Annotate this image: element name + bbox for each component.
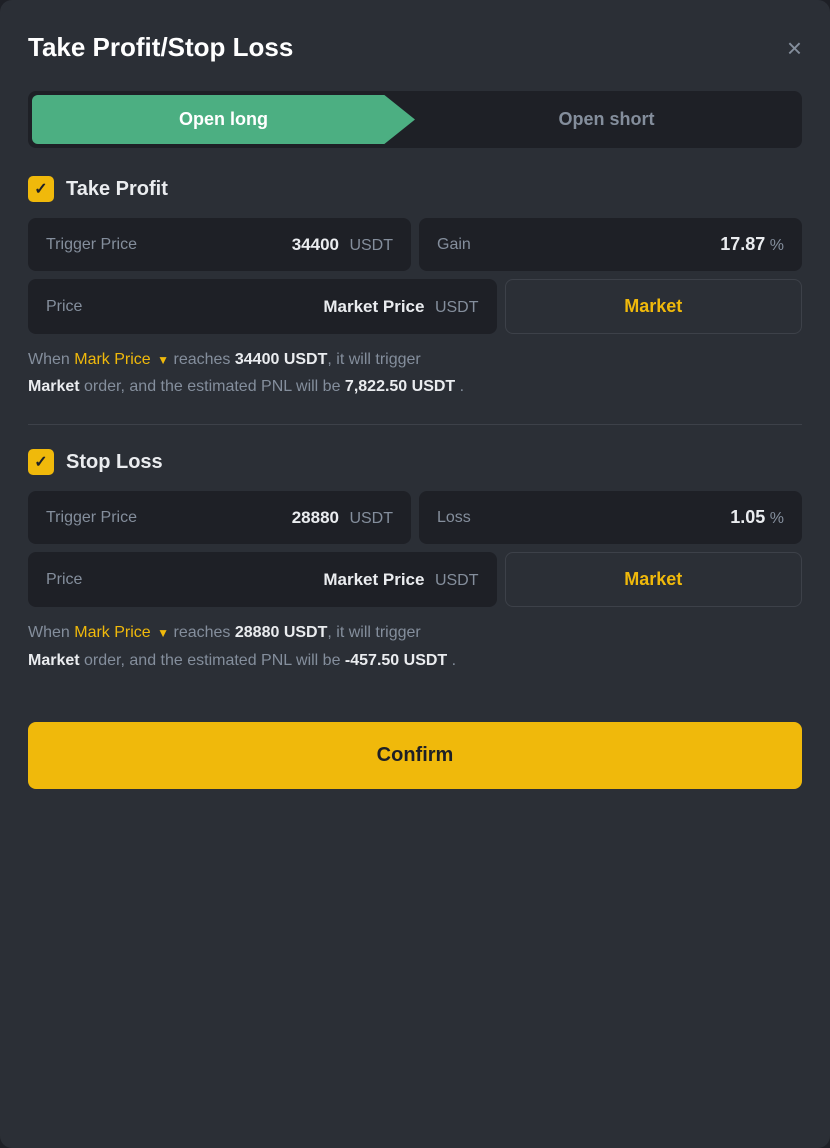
trigger-price-value: 34400: [292, 235, 339, 254]
price-value-group-tp: Market Price USDT: [323, 297, 478, 317]
stop-loss-checkmark-icon: ✓: [34, 452, 47, 472]
loss-value-group: 1.05 %: [730, 507, 784, 528]
desc-reaches-tp: reaches 34400 USDT, it will trigger: [174, 351, 421, 368]
mark-price-text-sl: Mark Price: [74, 624, 150, 641]
trigger-price-value-group: 34400 USDT: [292, 235, 393, 255]
mark-price-link-tp[interactable]: Mark Price ▼: [74, 351, 173, 368]
trigger-price-unit: USDT: [349, 237, 393, 254]
mark-price-arrow-sl: ▼: [157, 626, 169, 640]
stop-loss-label: Stop Loss: [66, 451, 163, 474]
price-value-tp: Market Price: [323, 297, 424, 316]
gain-value-group: 17.87 %: [720, 234, 784, 255]
desc-reaches-sl: reaches 28880 USDT, it will trigger: [174, 624, 421, 641]
trigger-price-label: Trigger Price: [46, 236, 137, 254]
price-label-sl: Price: [46, 571, 82, 589]
sl-trigger-price-unit: USDT: [349, 510, 393, 527]
take-profit-price-box[interactable]: Price Market Price USDT: [28, 279, 497, 334]
stop-loss-description: When Mark Price ▼ reaches 28880 USDT, it…: [28, 619, 802, 673]
gain-box[interactable]: Gain 17.87 %: [419, 218, 802, 271]
gain-value: 17.87: [720, 234, 765, 254]
checkmark-icon: ✓: [34, 179, 47, 199]
take-profit-label: Take Profit: [66, 178, 168, 201]
sl-trigger-price-value-group: 28880 USDT: [292, 508, 393, 528]
close-button[interactable]: ×: [787, 35, 802, 61]
desc-when-sl: When: [28, 624, 70, 641]
modal-container: Take Profit/Stop Loss × Open long Open s…: [0, 0, 830, 1148]
mark-price-arrow-tp: ▼: [157, 353, 169, 367]
stop-loss-row-2: Price Market Price USDT Market: [28, 552, 802, 607]
stop-loss-price-box[interactable]: Price Market Price USDT: [28, 552, 497, 607]
take-profit-checkbox[interactable]: ✓: [28, 176, 54, 202]
stop-loss-header: ✓ Stop Loss: [28, 449, 802, 475]
price-value-sl: Market Price: [323, 570, 424, 589]
stop-loss-row-1: Trigger Price 28880 USDT Loss 1.05 %: [28, 491, 802, 544]
desc-pnl-sl: -457.50 USDT: [345, 652, 447, 669]
stop-loss-checkbox[interactable]: ✓: [28, 449, 54, 475]
take-profit-section: ✓ Take Profit Trigger Price 34400 USDT G…: [28, 176, 802, 400]
tab-open-long[interactable]: Open long: [32, 95, 415, 144]
desc-order-tp: Market: [28, 378, 80, 395]
modal-header: Take Profit/Stop Loss ×: [28, 32, 802, 63]
loss-unit: %: [770, 510, 784, 527]
desc-order-suffix-tp: order, and the estimated PNL will be: [84, 378, 345, 395]
take-profit-row-1: Trigger Price 34400 USDT Gain 17.87 %: [28, 218, 802, 271]
take-profit-row-2: Price Market Price USDT Market: [28, 279, 802, 334]
price-unit-sl: USDT: [435, 572, 479, 589]
stop-loss-section: ✓ Stop Loss Trigger Price 28880 USDT Los…: [28, 449, 802, 673]
stop-loss-market-button[interactable]: Market: [505, 552, 803, 607]
loss-box[interactable]: Loss 1.05 %: [419, 491, 802, 544]
price-unit-tp: USDT: [435, 299, 479, 316]
tab-bar: Open long Open short: [28, 91, 802, 148]
desc-when-tp: When: [28, 351, 70, 368]
take-profit-market-button[interactable]: Market: [505, 279, 803, 334]
gain-label: Gain: [437, 236, 471, 254]
stop-loss-trigger-price-box[interactable]: Trigger Price 28880 USDT: [28, 491, 411, 544]
take-profit-description: When Mark Price ▼ reaches 34400 USDT, it…: [28, 346, 802, 400]
confirm-button[interactable]: Confirm: [28, 722, 802, 789]
mark-price-link-sl[interactable]: Mark Price ▼: [74, 624, 173, 641]
desc-pnl-tp: 7,822.50 USDT: [345, 378, 455, 395]
take-profit-trigger-price-box[interactable]: Trigger Price 34400 USDT: [28, 218, 411, 271]
loss-label: Loss: [437, 509, 471, 527]
price-label-tp: Price: [46, 298, 82, 316]
take-profit-header: ✓ Take Profit: [28, 176, 802, 202]
divider: [28, 424, 802, 425]
tab-open-short[interactable]: Open short: [415, 95, 798, 144]
sl-trigger-price-label: Trigger Price: [46, 509, 137, 527]
loss-value: 1.05: [730, 507, 765, 527]
modal-title: Take Profit/Stop Loss: [28, 32, 293, 63]
desc-order-sl: Market: [28, 652, 80, 669]
gain-unit: %: [770, 237, 784, 254]
desc-period-sl: .: [452, 652, 456, 669]
price-value-group-sl: Market Price USDT: [323, 570, 478, 590]
desc-order-suffix-sl: order, and the estimated PNL will be: [84, 652, 345, 669]
sl-trigger-price-value: 28880: [292, 508, 339, 527]
desc-period-tp: .: [460, 378, 464, 395]
mark-price-text-tp: Mark Price: [74, 351, 150, 368]
